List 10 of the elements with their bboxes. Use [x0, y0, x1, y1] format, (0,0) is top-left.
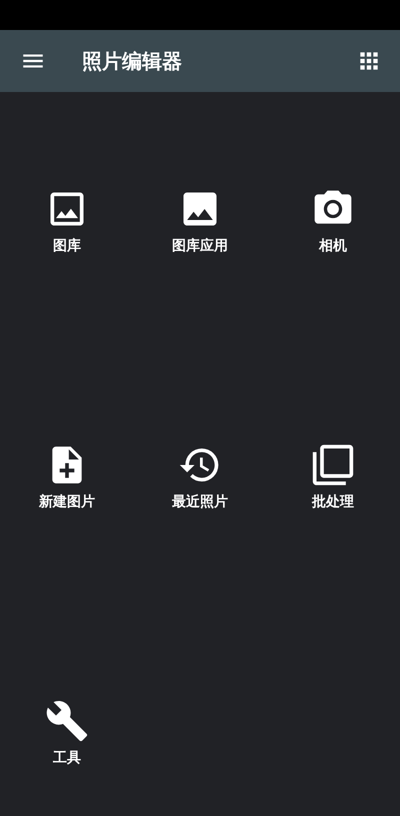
wrench-icon — [45, 699, 89, 743]
menu-tile[interactable]: 新建图片 — [39, 348, 95, 511]
menu-tile[interactable]: 批处理 — [311, 348, 355, 511]
app-title: 照片编辑器 — [82, 48, 183, 74]
menu-tile[interactable]: 工具 — [45, 604, 89, 767]
menu-tile[interactable]: 图库应用 — [172, 92, 228, 255]
menu-tile[interactable]: 最近照片 — [172, 348, 228, 511]
menu-tile[interactable]: 相机 — [311, 92, 355, 255]
menu-tile[interactable]: 图库 — [45, 92, 89, 255]
stacked-squares-icon — [311, 443, 355, 487]
